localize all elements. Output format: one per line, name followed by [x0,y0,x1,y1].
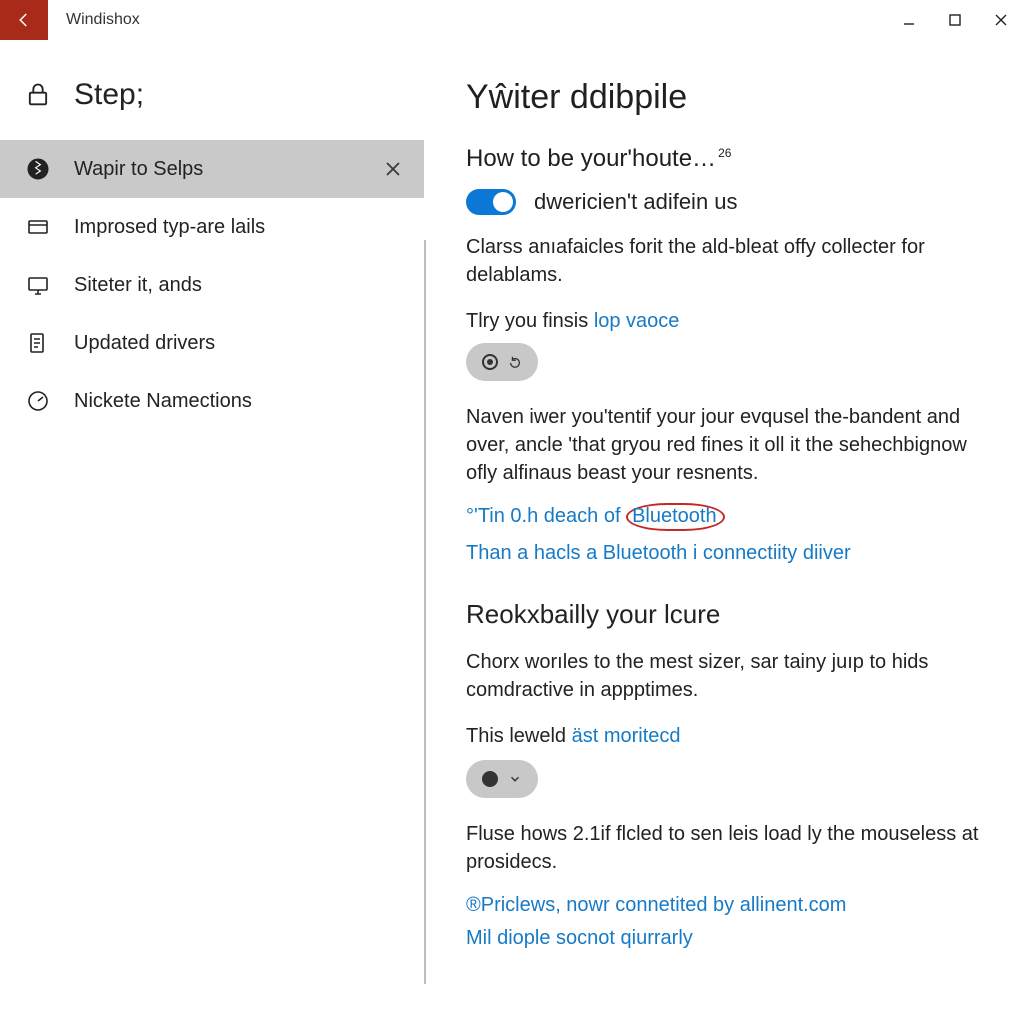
section-heading: How to be your'houte…26 [466,145,984,173]
option-pill[interactable] [466,343,538,381]
bluetooth-inline-link[interactable]: °'Tin 0.h deach of Bluetooth [466,505,984,528]
sidebar-item-siteter[interactable]: Siteter it, ands [0,256,424,314]
card-icon [24,213,52,241]
monitored-link[interactable]: äst moritecd [572,725,681,747]
option-pill-2[interactable] [466,760,538,798]
voice-link[interactable]: lop vaoce [594,310,680,332]
back-button[interactable] [0,0,48,40]
bluetooth-driver-link[interactable]: Than a hacls a Bluetooth i connectiity d… [466,542,984,565]
sidebar-item-close-icon[interactable] [380,156,406,182]
sidebar-header: Step; [0,78,424,140]
sidebar-item-label: Updated drivers [74,332,215,355]
maximize-button[interactable] [932,0,978,40]
close-window-button[interactable] [978,0,1024,40]
dot-icon [482,771,498,787]
sidebar-item-label: Siteter it, ands [74,274,202,297]
page-title: Yŵiter ddibpile [466,78,984,117]
app-title: Windishox [48,0,158,40]
feature-toggle[interactable] [466,189,516,215]
minimize-button[interactable] [886,0,932,40]
redo-icon [508,355,522,369]
feature-toggle-row: dwericien't adifein us [466,189,984,215]
description-text: Clarss anıafaicles forit the ald-bleat o… [466,233,984,289]
sidebar-item-improsed[interactable]: Improsed typ-are lails [0,198,424,256]
feature-toggle-label: dwericien't adifein us [534,189,738,215]
titlebar: Windishox [0,0,1024,40]
radio-icon [482,354,498,370]
sidebar-item-label: Nickete Namections [74,390,252,413]
sidebar-item-label: Improsed typ-are lails [74,216,265,239]
bluetooth-badge: Bluetooth [626,503,725,531]
section2-text: Chorx worıles to the mest sizer, sar tai… [466,648,984,704]
sidebar-item-wapir[interactable]: Wapir to Selps [0,140,424,198]
sidebar-item-drivers[interactable]: Updated drivers [0,314,424,372]
sidebar-item-label: Wapir to Selps [74,158,203,181]
gauge-icon [24,387,52,415]
description-text-2: Naven iwer you'tentif your jour evqusel … [466,403,984,487]
section2-heading: Reokxbailly your lcure [466,599,984,630]
sidebar: Step; Wapir to Selps Improsed typ-are la… [0,40,424,1024]
chevron-down-icon [508,772,522,786]
sidebar-item-nickete[interactable]: Nickete Namections [0,372,424,430]
lock-icon [24,81,52,109]
priclews-link[interactable]: ®Priclews, nowr connetited by allinent.c… [466,894,984,917]
voice-hint: Tlry you finsis lop vaoce [466,307,984,335]
document-icon [24,329,52,357]
monitored-hint: This leweld äst moritecd [466,722,984,750]
monitor-icon [24,271,52,299]
section2-text-2: Fluse hows 2.1if flcled to sen leis load… [466,820,984,876]
mil-diople-link[interactable]: Mil diople socnot qiurrarly [466,927,984,950]
main-panel: Yŵiter ddibpile How to be your'houte…26 … [426,40,1024,1024]
bluetooth-icon [24,155,52,183]
sidebar-header-label: Step; [74,78,144,112]
